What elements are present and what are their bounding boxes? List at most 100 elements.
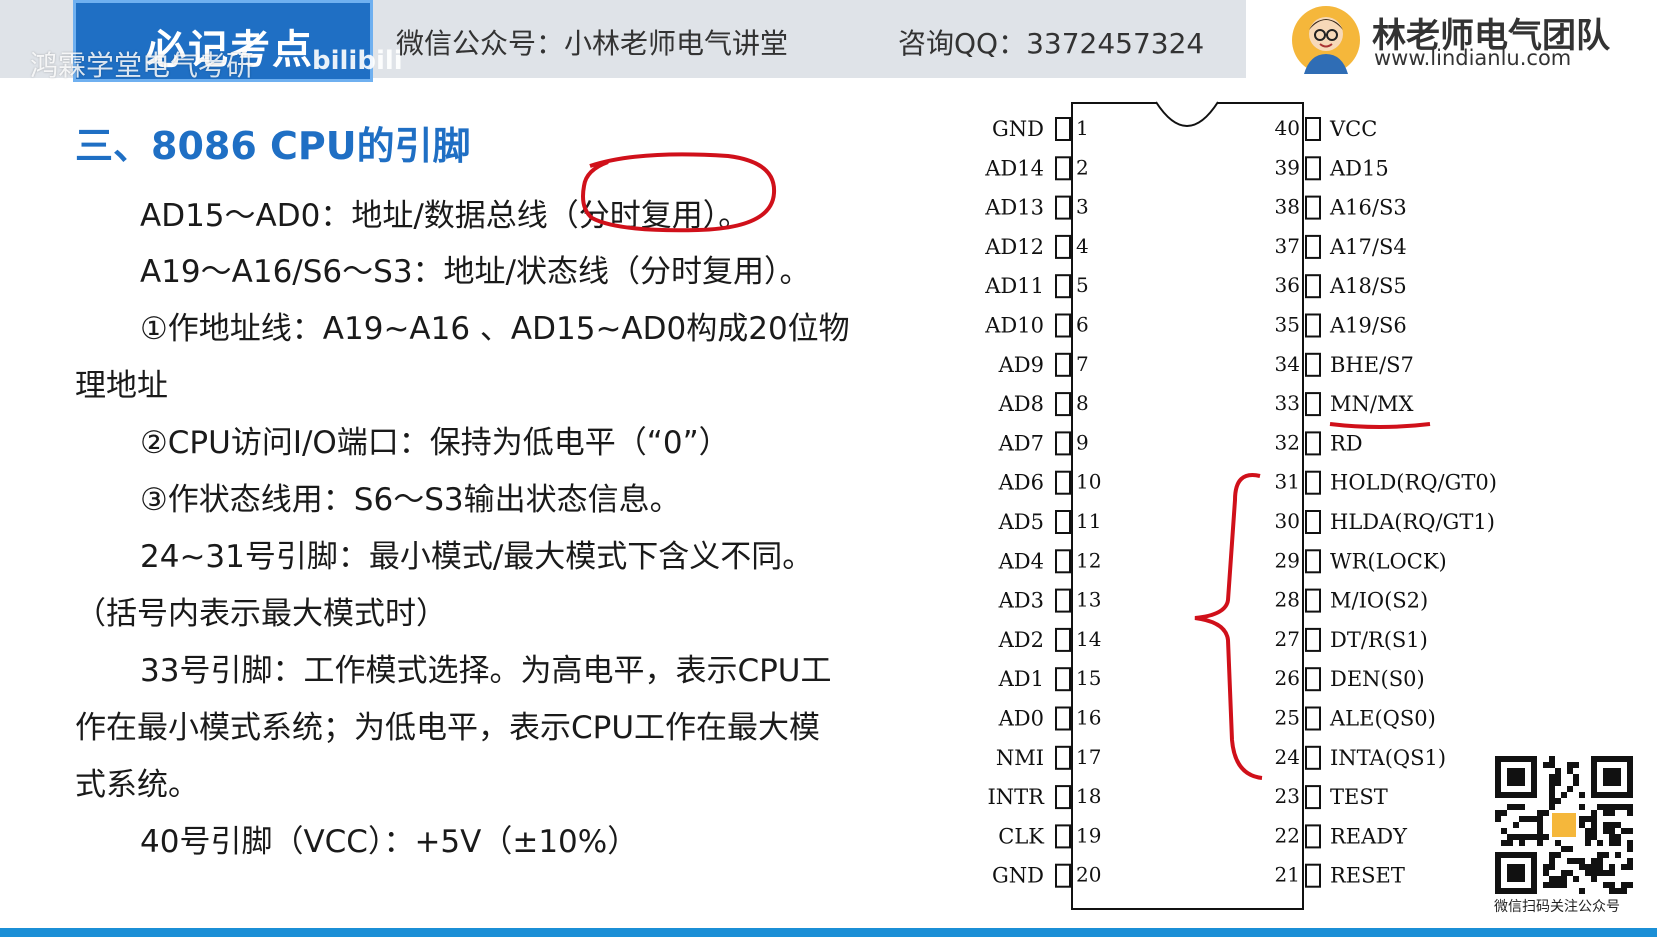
pin-label-6: AD10 [984,314,1044,338]
pin-number-32: 32 [1275,430,1300,454]
pin-number-16: 16 [1076,706,1101,730]
pin-number-34: 34 [1275,352,1300,376]
pin-box-28 [1305,588,1321,613]
pin-label-11: AD5 [998,510,1044,534]
pin-box-22 [1305,824,1321,849]
pin-number-38: 38 [1275,195,1300,219]
pin-number-10: 10 [1076,470,1101,494]
red-brace-annotation [1194,473,1263,780]
pin-number-3: 3 [1076,195,1089,219]
pin-box-37 [1305,234,1321,259]
pin-label-1: GND [992,117,1044,141]
pin-box-39 [1305,156,1321,181]
pin-number-20: 20 [1076,863,1101,887]
pin-box-3 [1055,195,1071,220]
pin-box-9 [1055,431,1071,456]
pin-box-14 [1055,627,1071,652]
pin-label-22: READY [1330,824,1408,848]
pin-box-21 [1305,863,1321,888]
pin-number-14: 14 [1076,627,1101,651]
pin-box-33 [1305,392,1321,417]
pin-label-28: M/IO(S2) [1330,589,1428,613]
pin-label-39: AD15 [1329,156,1389,180]
bottom-bar [0,928,1657,937]
pin-label-4: AD12 [984,235,1044,259]
pin-box-24 [1305,745,1321,770]
pin-number-24: 24 [1275,745,1300,769]
pin-label-10: AD6 [998,471,1044,495]
pin-box-27 [1305,627,1321,652]
pin-label-5: AD11 [984,274,1044,298]
pin-number-36: 36 [1275,273,1300,297]
pin-number-15: 15 [1076,666,1101,690]
pin-label-24: INTA(QS1) [1330,746,1446,770]
pin-box-34 [1305,352,1321,377]
pin-number-18: 18 [1076,784,1101,808]
pin-box-25 [1305,706,1321,731]
pin-box-26 [1305,667,1321,692]
pin-number-17: 17 [1076,745,1101,769]
pin-number-22: 22 [1275,823,1300,847]
pin-number-29: 29 [1275,548,1300,572]
pin-label-16: AD0 [998,707,1044,731]
pin-box-2 [1055,156,1071,181]
pin-number-6: 6 [1076,313,1089,337]
red-underline-annotation [1329,422,1431,429]
pin-box-11 [1055,510,1071,534]
pin-number-25: 25 [1275,706,1300,730]
pin-number-4: 4 [1076,234,1089,258]
pin-number-31: 31 [1275,470,1300,494]
pin-number-1: 1 [1076,116,1089,140]
pin-label-2: AD14 [984,156,1044,180]
pin-number-11: 11 [1076,509,1101,533]
pin-box-19 [1055,824,1071,849]
pin-label-21: RESET [1330,864,1405,888]
pin-box-7 [1055,352,1071,377]
pin-number-28: 28 [1275,588,1300,612]
pin-label-35: A19/S6 [1329,314,1407,338]
pin-box-18 [1055,785,1071,810]
pin-number-35: 35 [1275,313,1300,337]
pin-number-33: 33 [1275,391,1300,415]
pin-label-20: GND [992,864,1044,888]
pin-number-13: 13 [1076,588,1101,612]
pin-label-40: VCC [1329,117,1377,141]
pin-box-4 [1055,234,1071,259]
pin-label-8: AD8 [998,392,1044,416]
qr-code-icon [1495,756,1633,894]
pin-box-1 [1055,117,1071,141]
pin-label-34: BHE/S7 [1330,353,1414,377]
pin-number-7: 7 [1076,352,1089,376]
pin-label-3: AD13 [984,196,1044,220]
pin-box-6 [1055,313,1071,338]
pin-label-36: A18/S5 [1329,274,1407,298]
pin-box-32 [1305,431,1321,456]
pin-label-9: AD7 [998,431,1044,455]
pin-label-17: NMI [996,746,1044,770]
pin-number-9: 9 [1076,430,1089,454]
pin-number-12: 12 [1076,548,1101,572]
pin-box-8 [1055,392,1071,417]
pin-number-2: 2 [1076,155,1089,179]
pin-box-15 [1055,667,1071,692]
pin-box-35 [1305,313,1321,338]
pin-box-5 [1055,274,1071,299]
pin-label-19: CLK [998,824,1044,848]
pin-box-23 [1305,785,1321,810]
pin-number-27: 27 [1275,627,1300,651]
pin-number-23: 23 [1275,784,1300,808]
pinout-diagram: GND 1AD14 2AD13 3AD12 4AD11 5AD10 6AD9 7AD8 8AD7… [984,101,1497,888]
pin-box-12 [1055,549,1071,574]
chip-notch [1155,101,1219,127]
pin-label-14: AD2 [998,628,1044,652]
pin-number-37: 37 [1275,234,1300,258]
pin-label-33: MN/MX [1330,392,1413,416]
pin-label-29: WR(LOCK) [1330,549,1447,573]
pin-label-37: A17/S4 [1329,235,1407,259]
pin-number-8: 8 [1076,391,1089,415]
pin-number-30: 30 [1275,509,1300,533]
pin-label-12: AD4 [998,549,1044,573]
pin-label-27: DT/R(S1) [1330,628,1428,652]
pin-box-16 [1055,706,1071,731]
pin-box-17 [1055,745,1071,770]
